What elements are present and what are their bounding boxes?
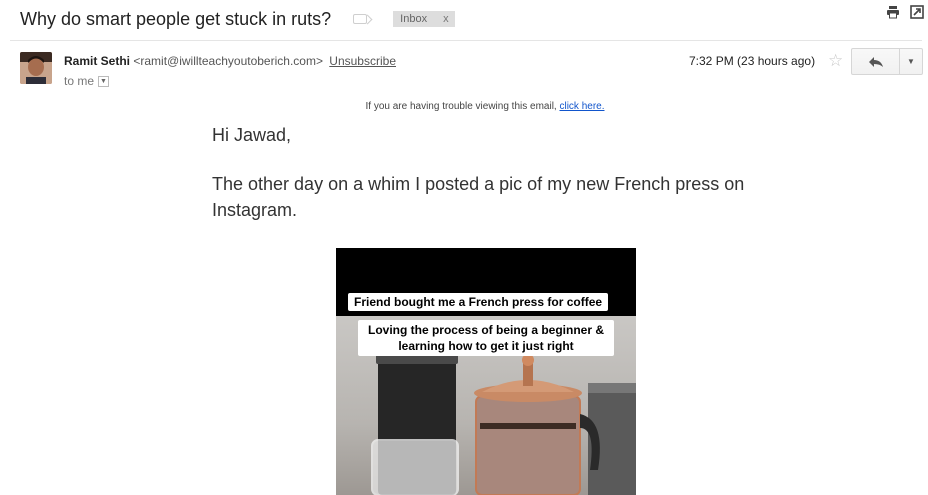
email-subject: Why do smart people get stuck in ruts? xyxy=(20,8,332,29)
header-divider xyxy=(10,40,922,41)
click-here-link[interactable]: click here. xyxy=(559,101,604,112)
reply-button[interactable] xyxy=(852,49,900,74)
star-icon[interactable]: ☆ xyxy=(828,51,843,71)
sender-name[interactable]: Ramit Sethi xyxy=(64,54,130,68)
subject-actions xyxy=(886,5,924,19)
recipient-line: to me ▼ xyxy=(64,74,110,88)
sender-address: <ramit@iwillteachyoutoberich.com> xyxy=(133,54,323,68)
subject-bar: Why do smart people get stuck in ruts? I… xyxy=(20,6,918,32)
chevron-down-icon: ▼ xyxy=(907,57,915,66)
reply-button-group: ▼ xyxy=(851,48,923,75)
label-icon[interactable] xyxy=(353,14,368,24)
recipient-text: to me xyxy=(64,74,95,88)
inbox-label-text: Inbox xyxy=(400,13,428,25)
more-actions-button[interactable]: ▼ xyxy=(900,49,922,74)
photo-caption-2-text: Loving the process of being a beginner &… xyxy=(367,323,605,353)
french-press-photo[interactable]: Friend bought me a French press for coff… xyxy=(336,248,636,495)
reply-icon xyxy=(868,56,883,67)
email-greeting: Hi Jawad, xyxy=(212,125,292,145)
chevron-down-icon[interactable]: ▼ xyxy=(98,75,110,87)
trouble-text: If you are having trouble viewing this e… xyxy=(365,101,557,112)
email-timestamp: 7:32 PM (23 hours ago) xyxy=(689,54,816,68)
french-press-illustration xyxy=(371,352,636,495)
remove-label-button[interactable]: x xyxy=(443,13,449,25)
new-window-icon[interactable] xyxy=(910,5,924,19)
printer-icon[interactable] xyxy=(886,5,900,19)
view-trouble-notice: If you are having trouble viewing this e… xyxy=(0,101,928,112)
avatar[interactable] xyxy=(20,52,52,84)
sender-line: Ramit Sethi <ramit@iwillteachyoutoberich… xyxy=(64,54,396,68)
photo-caption-1: Friend bought me a French press for coff… xyxy=(348,293,609,311)
photo-caption-2: Loving the process of being a beginner &… xyxy=(358,320,614,356)
unsubscribe-link[interactable]: Unsubscribe xyxy=(329,54,396,68)
inbox-label-chip[interactable]: Inbox x xyxy=(393,11,455,27)
email-paragraph: The other day on a whim I posted a pic o… xyxy=(212,174,745,220)
